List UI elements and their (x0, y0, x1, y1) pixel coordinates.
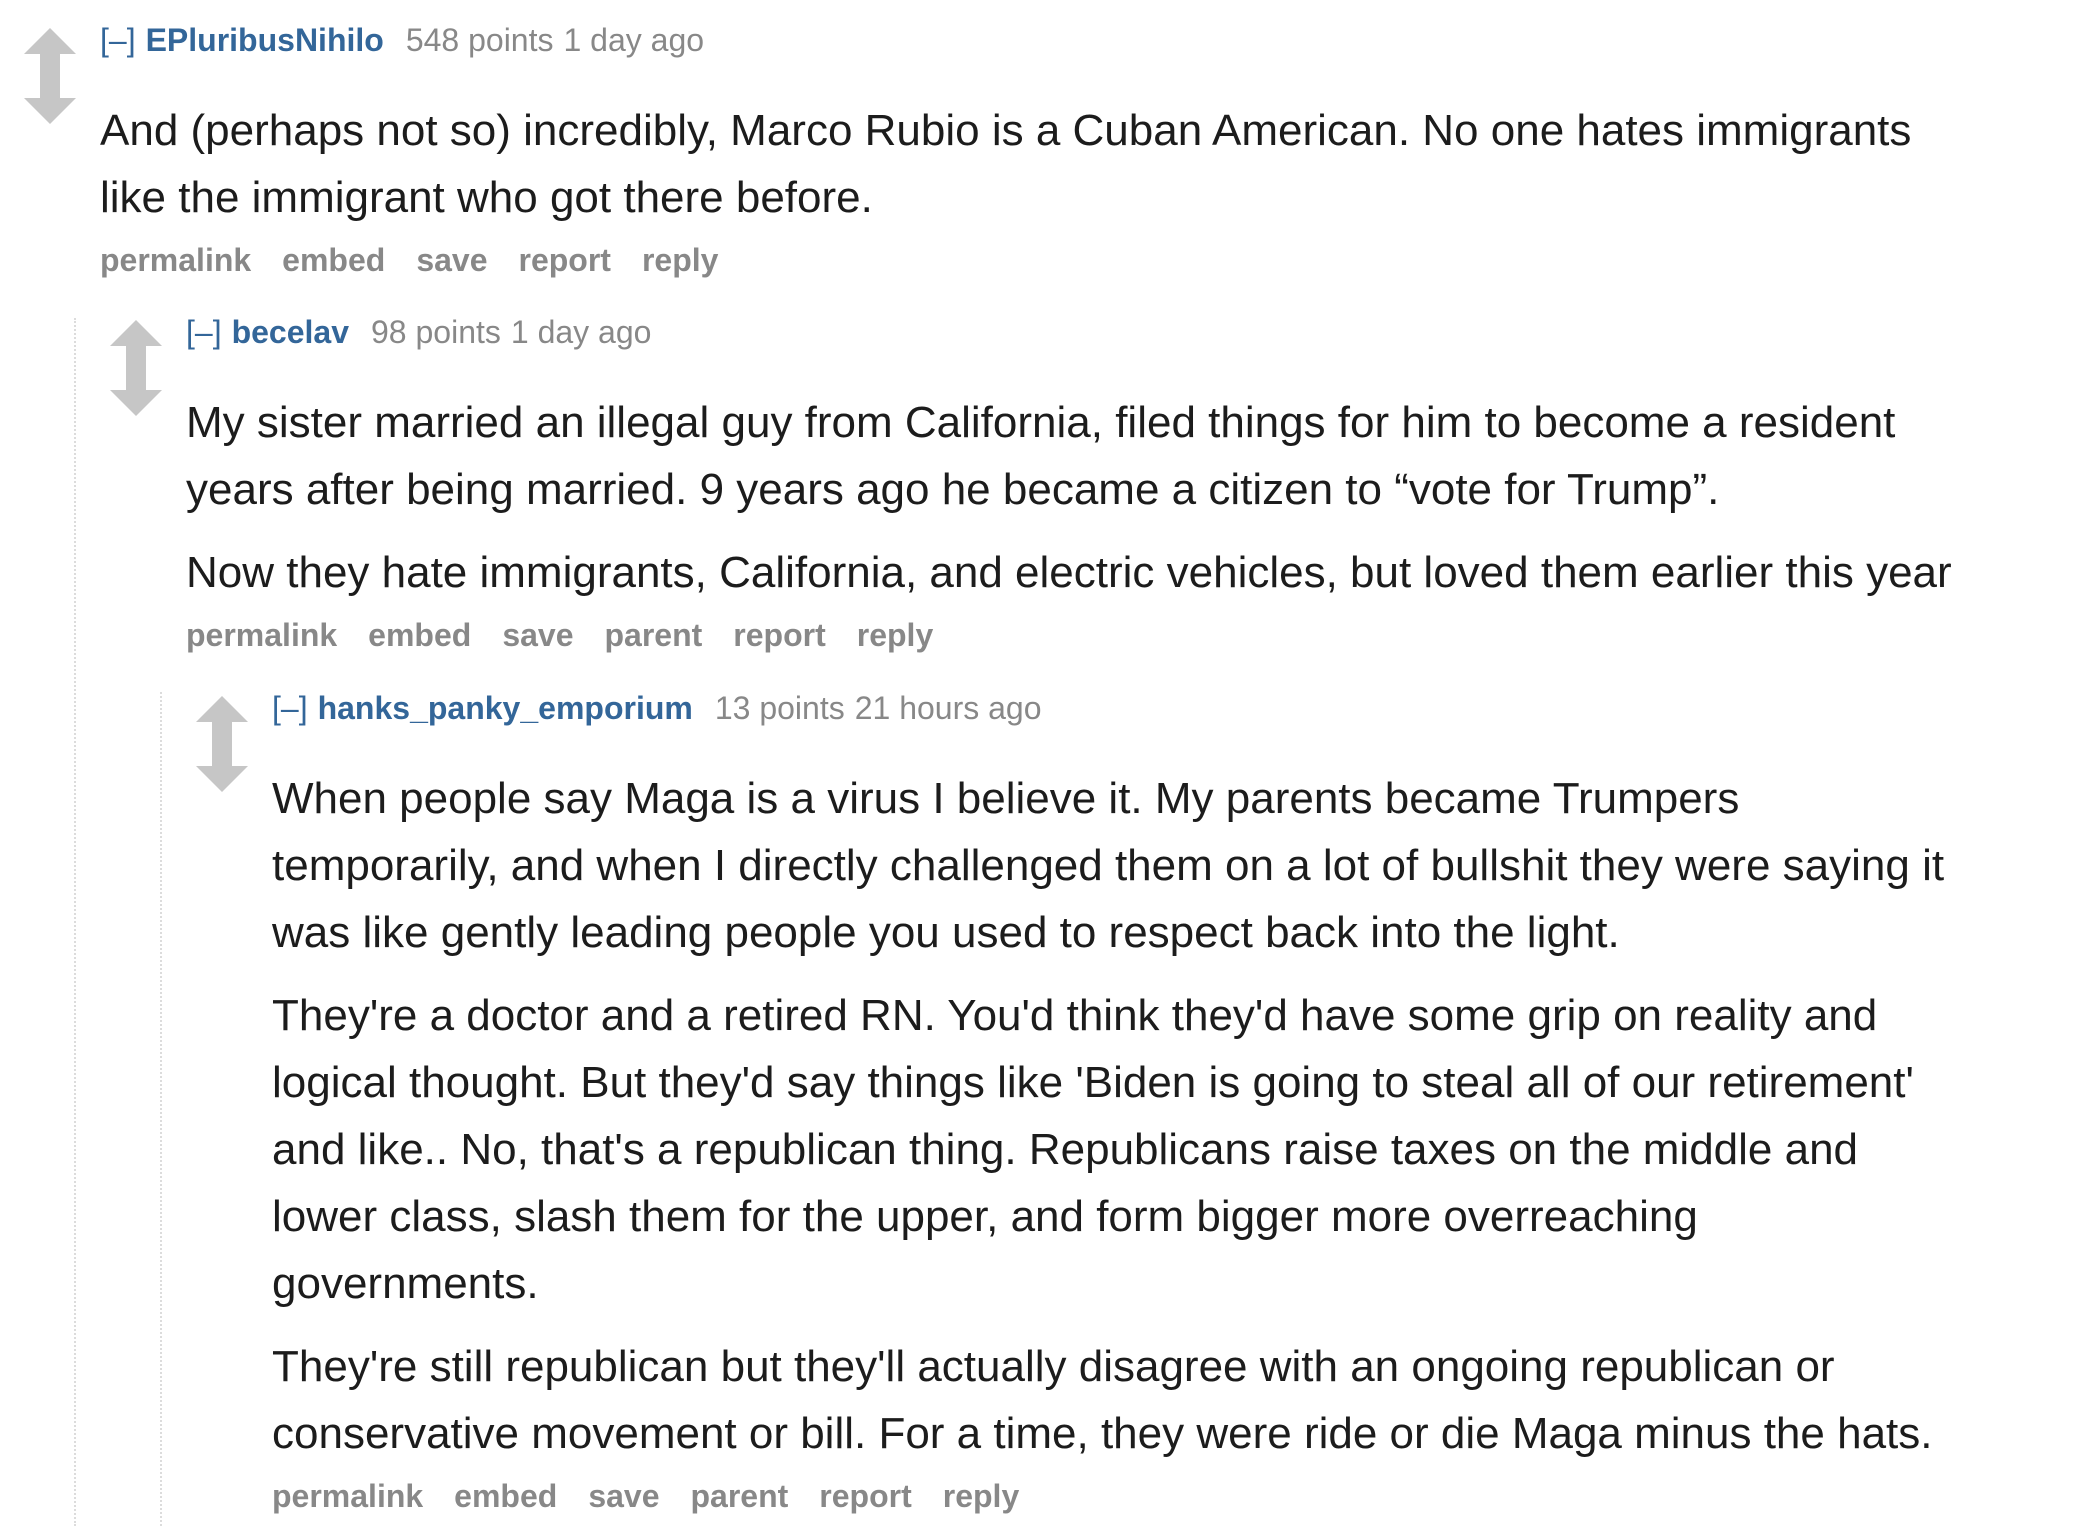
comment-text-line: years after being married. 9 years ago h… (186, 465, 1720, 514)
comment-text-line: lower class, slash them for the upper, a… (272, 1192, 1698, 1241)
downvote-arrow-icon[interactable] (22, 66, 78, 126)
comment-becelav: [–] becelav 98 points 1 day ago My sister m… (108, 292, 2090, 672)
permalink-button[interactable]: permalink (100, 242, 251, 278)
parent-button[interactable]: parent (605, 617, 703, 653)
embed-button[interactable]: embed (454, 1478, 557, 1514)
timestamp: 1 day ago (563, 22, 705, 58)
comment-body: My sister married an illegal guy from Ca… (186, 389, 1952, 606)
comment-tagline: [–] EPluribusNihilo 548 points 1 day ago (100, 20, 1911, 60)
comment-text-line: Now they hate immigrants, California, an… (186, 548, 1952, 597)
permalink-button[interactable]: permalink (186, 617, 337, 653)
timestamp: 1 day ago (510, 314, 652, 350)
author-link[interactable]: becelav (232, 314, 349, 350)
report-button[interactable]: report (819, 1478, 911, 1514)
comment-text-line: And (perhaps not so) incredibly, Marco R… (100, 106, 1912, 155)
permalink-button[interactable]: permalink (272, 1478, 423, 1514)
comment-entry: [–] EPluribusNihilo 548 points 1 day ago An… (100, 20, 1911, 280)
comment-text-line: They're still republican but they'll act… (272, 1342, 1835, 1391)
score: 548 points (405, 22, 554, 58)
collapse-toggle[interactable]: [–] (100, 22, 136, 58)
comment-text-line: logical thought. But they'd say things l… (272, 1058, 1914, 1107)
comment-buttons: permalink embed save parent report reply (272, 1476, 1944, 1516)
comment-entry: [–] hanks_panky_emporium 13 points 21 hours… (272, 688, 1944, 1516)
comment-tagline: [–] becelav 98 points 1 day ago (186, 312, 1952, 352)
comment-text-line: and like.. No, that's a republican thing… (272, 1125, 1859, 1174)
reply-button[interactable]: reply (857, 617, 933, 653)
save-button[interactable]: save (502, 617, 573, 653)
thread-line-level-2 (160, 692, 162, 1526)
save-button[interactable]: save (588, 1478, 659, 1514)
comment-text-line: was like gently leading people you used … (272, 908, 1620, 957)
comment-epluribusnihilo: [–] EPluribusNihilo 548 points 1 day ago An… (22, 0, 2090, 290)
comment-text-line: My sister married an illegal guy from Ca… (186, 398, 1896, 447)
vote-arrows (194, 694, 250, 794)
report-button[interactable]: report (733, 617, 825, 653)
embed-button[interactable]: embed (282, 242, 385, 278)
comment-body: When people say Maga is a virus I believ… (272, 765, 1944, 1467)
author-link[interactable]: hanks_panky_emporium (318, 690, 693, 726)
save-button[interactable]: save (416, 242, 487, 278)
vote-arrows (22, 26, 78, 126)
comment-text-line: like the immigrant who got there before. (100, 173, 873, 222)
embed-button[interactable]: embed (368, 617, 471, 653)
author-link[interactable]: EPluribusNihilo (146, 22, 384, 58)
comment-entry: [–] becelav 98 points 1 day ago My sister m… (186, 312, 1952, 655)
downvote-arrow-icon[interactable] (194, 734, 250, 794)
comment-text-line: They're a doctor and a retired RN. You'd… (272, 991, 1878, 1040)
comment-tagline: [–] hanks_panky_emporium 13 points 21 hours… (272, 688, 1944, 728)
comment-buttons: permalink embed save parent report reply (186, 615, 1952, 655)
comment-text-line: When people say Maga is a virus I believ… (272, 774, 1740, 823)
comment-buttons: permalink embed save report reply (100, 240, 1911, 280)
timestamp: 21 hours ago (854, 690, 1042, 726)
collapse-toggle[interactable]: [–] (272, 690, 308, 726)
comment-hanks-panky-emporium: [–] hanks_panky_emporium 13 points 21 hours… (194, 668, 2090, 1526)
reply-button[interactable]: reply (642, 242, 718, 278)
downvote-arrow-icon[interactable] (108, 358, 164, 418)
comment-text-line: temporarily, and when I directly challen… (272, 841, 1945, 890)
thread-line-level-1 (74, 318, 76, 1526)
report-button[interactable]: report (519, 242, 611, 278)
vote-arrows (108, 318, 164, 418)
comment-body: And (perhaps not so) incredibly, Marco R… (100, 97, 1911, 231)
comment-text-line: conservative movement or bill. For a tim… (272, 1409, 1933, 1458)
score: 98 points (371, 314, 501, 350)
comment-text-line: governments. (272, 1259, 539, 1308)
reply-button[interactable]: reply (943, 1478, 1019, 1514)
parent-button[interactable]: parent (691, 1478, 789, 1514)
score: 13 points (714, 690, 845, 726)
collapse-toggle[interactable]: [–] (186, 314, 222, 350)
